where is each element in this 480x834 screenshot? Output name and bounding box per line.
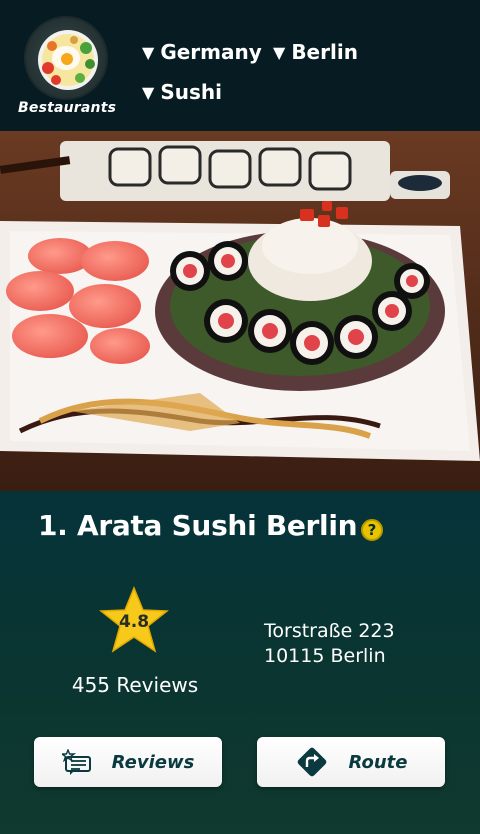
address: Torstraße 223 10115 Berlin xyxy=(264,619,395,669)
review-list-icon xyxy=(61,749,91,775)
dropdown-triangle-icon: ▼ xyxy=(273,42,286,62)
city-filter-dropdown[interactable]: ▼ Berlin xyxy=(273,40,358,64)
address-street: Torstraße 223 xyxy=(264,620,395,642)
restaurant-photo xyxy=(0,131,480,491)
reviews-button-label: Reviews xyxy=(111,751,195,773)
brand-logo[interactable]: Bestaurants xyxy=(18,16,117,120)
address-city: 10115 Berlin xyxy=(264,645,386,667)
reviews-count: 455 Reviews xyxy=(71,673,199,697)
dropdown-triangle-icon: ▼ xyxy=(142,82,155,102)
country-filter-label: Germany xyxy=(160,40,262,64)
route-button-label: Route xyxy=(348,751,408,773)
restaurant-info-panel: 1. Arata Sushi Berlin ? 4.8 455 Reviews … xyxy=(0,491,480,834)
restaurant-title: 1. Arata Sushi Berlin xyxy=(38,509,358,542)
food-bowl-logo-icon xyxy=(24,16,108,100)
cuisine-filter-dropdown[interactable]: ▼ Sushi xyxy=(142,80,222,104)
route-button[interactable]: Route xyxy=(257,737,445,787)
country-filter-dropdown[interactable]: ▼ Germany xyxy=(142,40,262,64)
city-filter-label: Berlin xyxy=(291,40,358,64)
rating-value: 4.8 xyxy=(118,612,150,632)
dropdown-triangle-icon: ▼ xyxy=(142,42,155,62)
reviews-button[interactable]: Reviews xyxy=(34,737,222,787)
brand-name: Bestaurants xyxy=(18,100,117,116)
cuisine-filter-label: Sushi xyxy=(160,80,222,104)
app-header: Bestaurants ▼ Germany ▼ Berlin ▼ Sushi xyxy=(0,0,480,131)
route-sign-icon xyxy=(297,747,326,777)
question-mark-icon[interactable]: ? xyxy=(361,519,383,541)
